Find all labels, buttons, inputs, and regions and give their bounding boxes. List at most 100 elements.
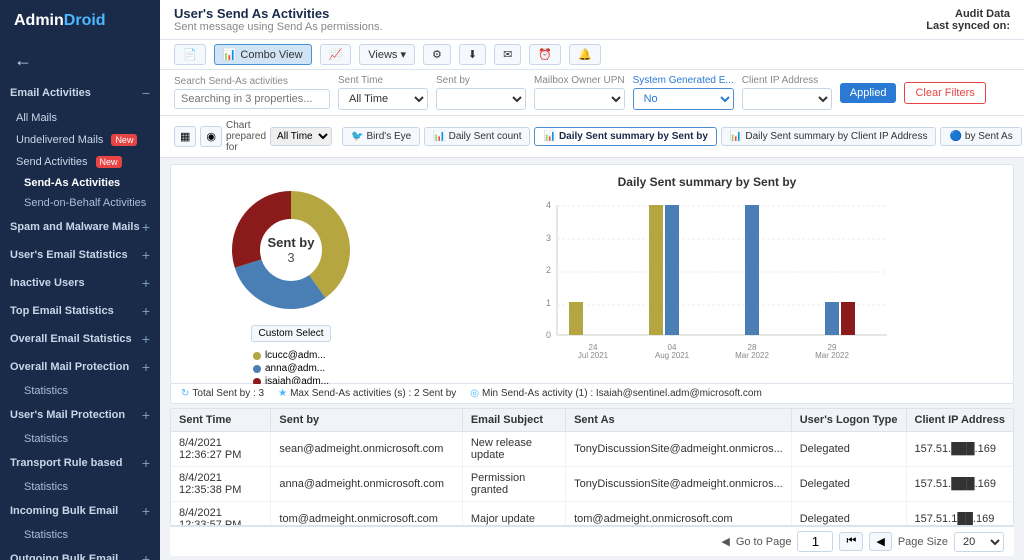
- applied-button[interactable]: Applied: [840, 83, 897, 103]
- sidebar-sub-sendonbehalf[interactable]: Send-on-Behalf Activities: [0, 193, 160, 213]
- sidebar-section-top[interactable]: Top Email Statistics +: [0, 297, 160, 325]
- sidebar-section-toggle-incoming[interactable]: +: [142, 503, 150, 519]
- search-input[interactable]: [174, 89, 330, 109]
- search-label: Search Send-As activities: [174, 76, 330, 87]
- sidebar-section-label-spam: Spam and Malware Mails: [10, 221, 140, 233]
- alert-button[interactable]: 🔔: [569, 44, 601, 65]
- donut-chart: Sent by 3: [216, 175, 366, 325]
- sync-label: Last synced on:: [926, 20, 1010, 32]
- daily-count-icon: 📊: [433, 131, 445, 142]
- sidebar-sub-transport[interactable]: Statistics: [0, 477, 160, 497]
- table-cell: anna@admeight.onmicrosoft.com: [271, 467, 462, 502]
- bar-chart-svg-wrap: 0 1 2 3 4: [411, 195, 1003, 373]
- daily-count-label: Daily Sent count: [449, 131, 522, 142]
- clear-filters-button[interactable]: Clear Filters: [904, 82, 985, 104]
- sent-by-select[interactable]: [436, 88, 526, 110]
- table-cell: tom@admeight.onmicrosoft.com: [271, 502, 462, 527]
- legend-item-1: lcucc@adm...: [253, 350, 329, 361]
- sidebar-sub-userprotection[interactable]: Statistics: [0, 429, 160, 449]
- legend-label-1: lcucc@adm...: [265, 350, 326, 361]
- sidebar-section-incoming[interactable]: Incoming Bulk Email +: [0, 497, 160, 525]
- prev-page-button[interactable]: ◀: [869, 532, 891, 551]
- page-size-select[interactable]: 20: [954, 532, 1004, 552]
- chart-tab-birdseye[interactable]: 🐦 Bird's Eye: [342, 127, 420, 146]
- views-button[interactable]: Views ▾: [359, 44, 415, 65]
- sidebar-item-send-activities[interactable]: Send Activities New: [0, 151, 160, 173]
- document-button[interactable]: 📄: [174, 44, 206, 65]
- svg-text:0: 0: [546, 330, 551, 340]
- col-sent-as[interactable]: Sent As: [566, 409, 792, 432]
- sidebar-item-label: Send Activities: [16, 156, 88, 168]
- sidebar-section-toggle-transport[interactable]: +: [142, 455, 150, 471]
- stats-total-icon: ↻: [181, 388, 189, 399]
- app-logo: AdminDroid: [0, 0, 160, 42]
- first-page-button[interactable]: ⏮: [839, 532, 863, 551]
- custom-select-button[interactable]: Custom Select: [251, 325, 330, 342]
- sidebar-section-spam[interactable]: Spam and Malware Mails +: [0, 213, 160, 241]
- col-sent-by[interactable]: Sent by: [271, 409, 462, 432]
- sidebar-item-all-mails[interactable]: All Mails: [0, 107, 160, 129]
- schedule-button[interactable]: ⏰: [529, 44, 561, 65]
- back-button[interactable]: ←: [0, 42, 160, 79]
- sidebar-section-email[interactable]: Email Activities −: [0, 79, 160, 107]
- sidebar-item-label: Undelivered Mails: [16, 134, 103, 146]
- topbar-left: User's Send As Activities Sent message u…: [174, 6, 383, 33]
- chart-time-select[interactable]: All Time: [270, 127, 332, 146]
- col-email-subject[interactable]: Email Subject: [462, 409, 565, 432]
- col-sent-time[interactable]: Sent Time: [171, 409, 271, 432]
- stats-max: ★ Max Send-As activities (s) : 2 Sent by: [278, 388, 456, 399]
- sidebar-section-toggle[interactable]: −: [142, 85, 150, 101]
- sidebar-section-overall[interactable]: Overall Email Statistics +: [0, 325, 160, 353]
- sidebar-section-toggle-protection[interactable]: +: [142, 359, 150, 375]
- donut-center-num: 3: [268, 250, 315, 265]
- sidebar-section-userstats[interactable]: User's Email Statistics +: [0, 241, 160, 269]
- sidebar-section-protection[interactable]: Overall Mail Protection +: [0, 353, 160, 381]
- sidebar-section-toggle-userstats[interactable]: +: [142, 247, 150, 263]
- client-select[interactable]: [742, 88, 832, 110]
- sidebar-section-userprotection[interactable]: User's Mail Protection +: [0, 401, 160, 429]
- birdseye-label: Bird's Eye: [367, 131, 412, 142]
- page-subtitle: Sent message using Send As permissions.: [174, 21, 383, 33]
- chart-tabs: ▦ ◉ Chart prepared for All Time 🐦 Bird's…: [160, 116, 1024, 158]
- filters-bar: Search Send-As activities Sent Time All …: [160, 70, 1024, 116]
- sidebar-sub-protection[interactable]: Statistics: [0, 381, 160, 401]
- sidebar-section-toggle-userprotection[interactable]: +: [142, 407, 150, 423]
- settings-button[interactable]: ⚙: [423, 44, 451, 65]
- chart-tab-daily-client[interactable]: 📊 Daily Sent summary by Client IP Addres…: [721, 127, 937, 146]
- donut-center: Sent by 3: [268, 235, 315, 265]
- chart-toggle-bar[interactable]: ▦: [174, 126, 196, 147]
- daily-sentby-icon: 📊: [543, 131, 555, 142]
- download-button[interactable]: ⬇: [459, 44, 486, 65]
- sidebar-section-toggle-top[interactable]: +: [142, 303, 150, 319]
- chart-toggle-pie[interactable]: ◉: [200, 126, 222, 147]
- mailbox-select[interactable]: [534, 88, 625, 110]
- sidebar-section-inactive[interactable]: Inactive Users +: [0, 269, 160, 297]
- page-input[interactable]: [797, 531, 833, 552]
- stats-bar: ↻ Total Sent by : 3 ★ Max Send-As activi…: [170, 384, 1014, 404]
- sidebar-sub-sendas[interactable]: Send-As Activities: [0, 173, 160, 193]
- col-logon-type[interactable]: User's Logon Type: [791, 409, 906, 432]
- table-cell: TonyDiscussionSite@admeight.onmicros...: [566, 432, 792, 467]
- sidebar-section-toggle-spam[interactable]: +: [142, 219, 150, 235]
- combo-view-button[interactable]: 📊 Combo View: [214, 44, 312, 65]
- sidebar-section-label-userprotection: User's Mail Protection: [10, 409, 125, 421]
- sent-time-select[interactable]: All Time: [338, 88, 428, 110]
- chart-button[interactable]: 📈: [320, 44, 352, 65]
- system-label: System Generated E...: [633, 75, 734, 86]
- chart-tab-sentas[interactable]: 🔵 by Sent As: [940, 127, 1021, 146]
- sidebar-sub-incoming[interactable]: Statistics: [0, 525, 160, 545]
- system-select[interactable]: No: [633, 88, 734, 110]
- sidebar-section-toggle-outgoing[interactable]: +: [142, 551, 150, 560]
- sidebar-section-toggle-inactive[interactable]: +: [142, 275, 150, 291]
- email-button[interactable]: ✉: [494, 44, 521, 65]
- sidebar-section-transport[interactable]: Transport Rule based +: [0, 449, 160, 477]
- col-client-ip[interactable]: Client IP Address: [906, 409, 1013, 432]
- sidebar-item-undelivered[interactable]: Undelivered Mails New: [0, 129, 160, 151]
- sentas-icon: 🔵: [949, 131, 961, 142]
- sidebar-section-toggle-overall[interactable]: +: [142, 331, 150, 347]
- table-cell: sean@admeight.onmicrosoft.com: [271, 432, 462, 467]
- chart-tab-daily-count[interactable]: 📊 Daily Sent count: [424, 127, 530, 146]
- chart-tab-daily-sentby[interactable]: 📊 Daily Sent summary by Sent by: [534, 127, 716, 146]
- stats-min-icon: ◎: [470, 388, 479, 399]
- sidebar-section-outgoing[interactable]: Outgoing Bulk Email +: [0, 545, 160, 560]
